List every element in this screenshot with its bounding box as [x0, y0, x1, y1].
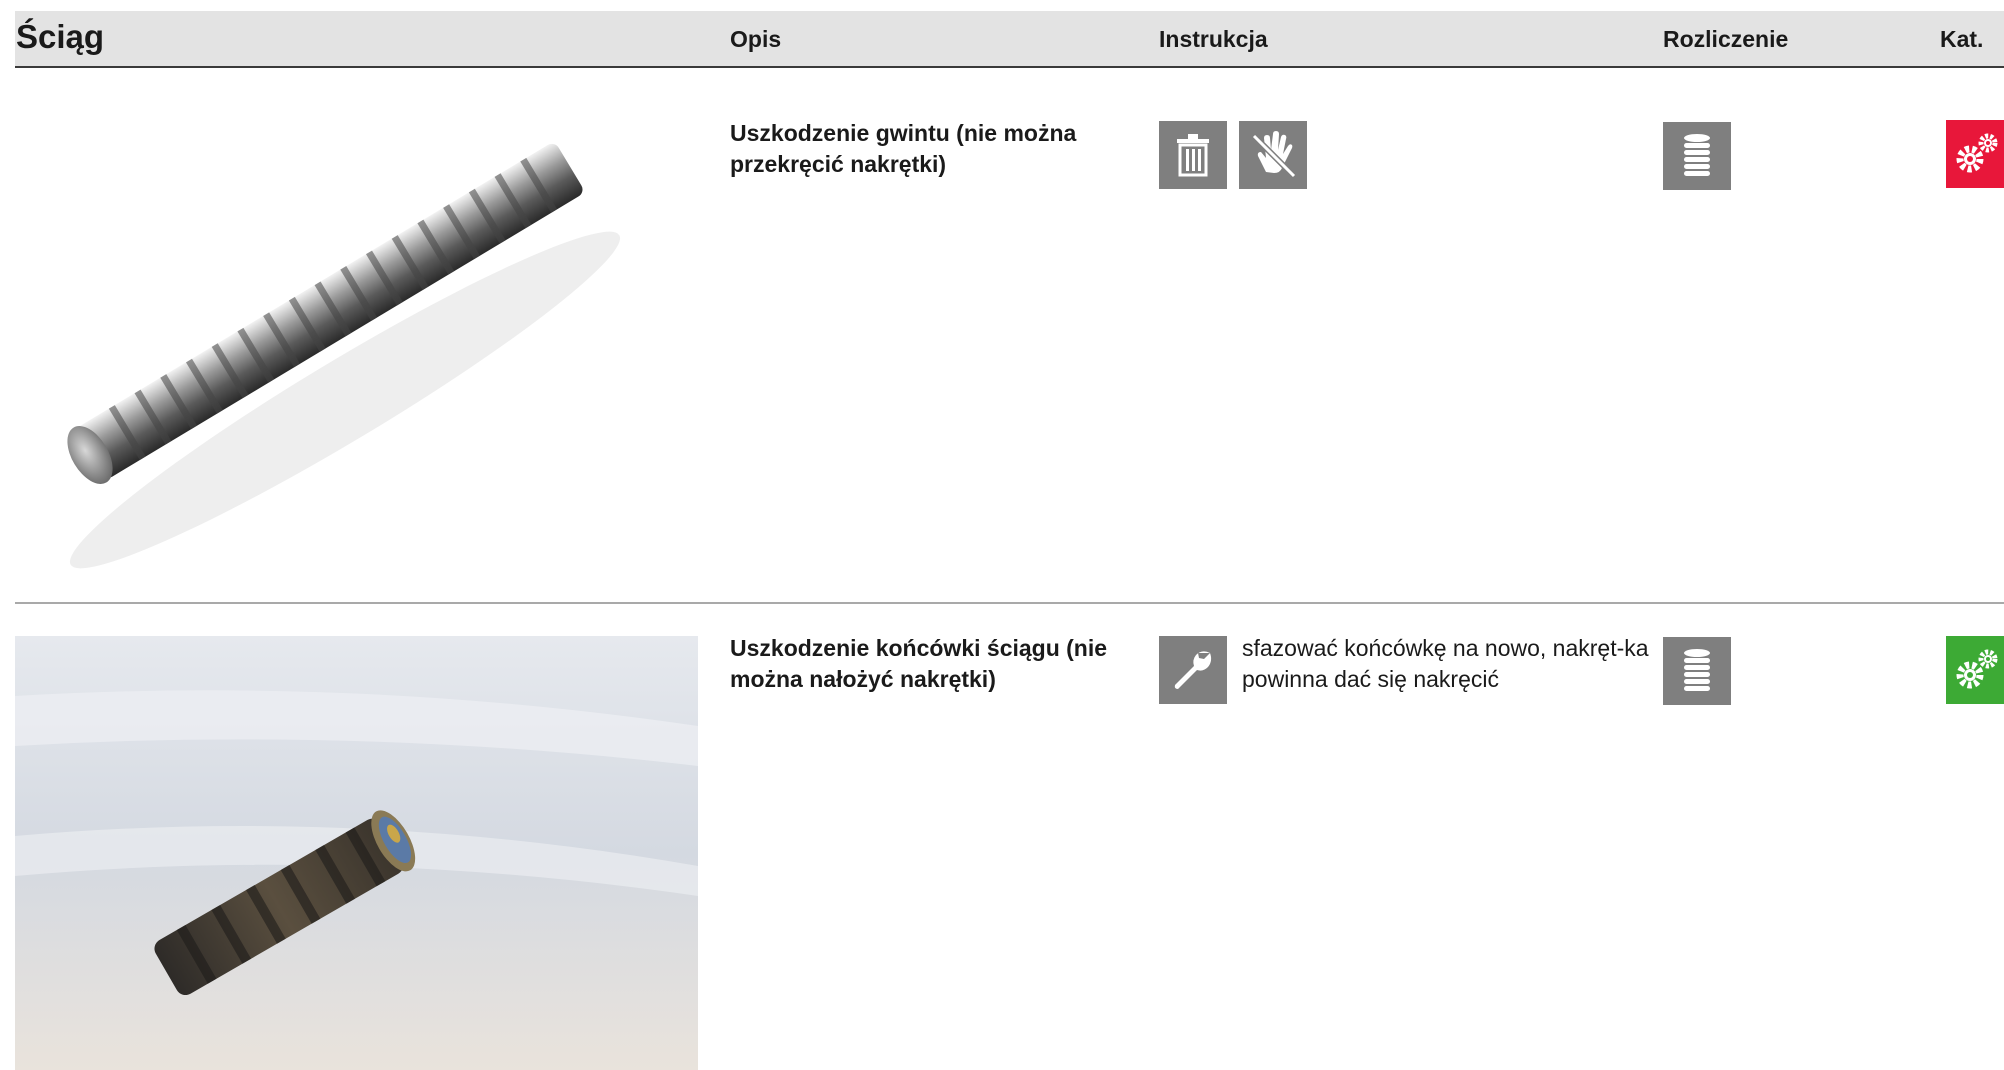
column-header-kat: Kat. [1940, 26, 1984, 52]
rod-end-photo [15, 636, 698, 1070]
category-gears-icon [1946, 120, 2004, 188]
row-divider [15, 602, 2004, 604]
threaded-rod-photo [15, 100, 695, 580]
damage-description: Uszkodzenie końcówki ściągu (nie można n… [730, 635, 1108, 692]
column-header-rozliczenie: Rozliczenie [1663, 26, 1789, 52]
column-header-opis: Opis [730, 26, 782, 52]
column-header-instrukcja: Instrukcja [1159, 26, 1268, 52]
coin-stack-icon [1663, 122, 1731, 190]
no-touch-hand-icon [1239, 121, 1307, 189]
category-gears-icon [1946, 636, 2004, 704]
wrench-icon [1159, 636, 1227, 704]
instruction-text: sfazować końcówkę na nowo, nakręt-ka pow… [1242, 635, 1649, 692]
trash-icon [1159, 121, 1227, 189]
damage-description: Uszkodzenie gwintu (nie można przekręcić… [730, 120, 1077, 177]
table-header: Ściąg Opis Instrukcja Rozliczenie Kat. [15, 11, 2004, 68]
page-title: Ściąg [16, 18, 105, 55]
coin-stack-icon [1663, 637, 1731, 705]
